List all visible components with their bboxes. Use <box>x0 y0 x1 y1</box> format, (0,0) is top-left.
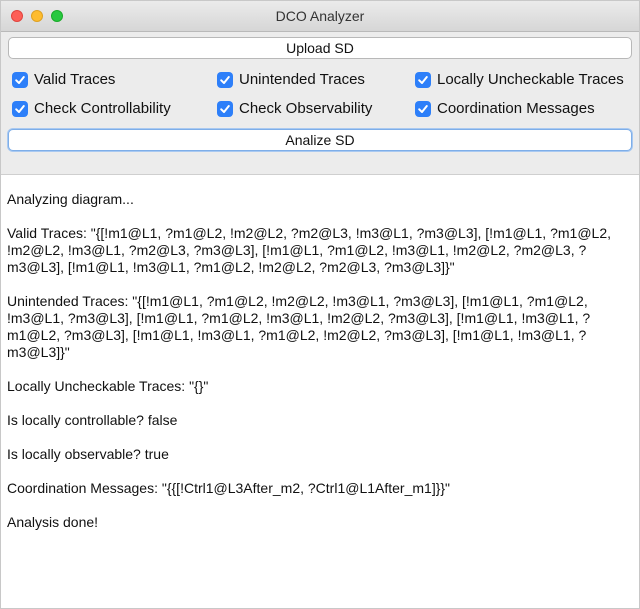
checkbox-label: Check Observability <box>239 100 373 117</box>
analyze-sd-button[interactable]: Analize SD <box>8 129 632 151</box>
output-text-area[interactable]: Analyzing diagram... Valid Traces: "{[!m… <box>1 174 639 608</box>
valid-traces-checkbox[interactable]: Valid Traces <box>12 71 217 88</box>
checkmark-icon <box>217 71 233 88</box>
output-line: Coordination Messages: "{{[!Ctrl1@L3Afte… <box>7 480 451 496</box>
output-line: Is locally observable? true <box>7 446 169 462</box>
controls-panel: Upload SD Valid Traces Unintended Traces… <box>1 32 639 151</box>
checkmark-icon <box>415 71 431 88</box>
output-line: Valid Traces: "{[!m1@L1, ?m1@L2, !m2@L2,… <box>7 225 611 275</box>
close-window-button[interactable] <box>11 10 23 22</box>
output-line: Unintended Traces: "{[!m1@L1, ?m1@L2, !m… <box>7 293 591 360</box>
output-line: Locally Uncheckable Traces: "{}" <box>7 378 209 394</box>
checkbox-label: Unintended Traces <box>239 71 365 88</box>
check-observability-checkbox[interactable]: Check Observability <box>217 100 415 117</box>
checkmark-icon <box>12 100 28 117</box>
locally-uncheckable-traces-checkbox[interactable]: Locally Uncheckable Traces <box>415 71 636 88</box>
checkbox-label: Coordination Messages <box>437 100 595 117</box>
checkmark-icon <box>415 100 431 117</box>
output-line: Is locally controllable? false <box>7 412 178 428</box>
app-window: DCO Analyzer Upload SD Valid Traces Unin… <box>0 0 640 609</box>
checkbox-label: Valid Traces <box>34 71 116 88</box>
minimize-window-button[interactable] <box>31 10 43 22</box>
check-controllability-checkbox[interactable]: Check Controllability <box>12 100 217 117</box>
title-bar: DCO Analyzer <box>1 1 639 32</box>
window-controls <box>11 10 63 22</box>
upload-sd-button[interactable]: Upload SD <box>8 37 632 59</box>
window-title: DCO Analyzer <box>275 8 365 24</box>
checkmark-icon <box>12 71 28 88</box>
maximize-window-button[interactable] <box>51 10 63 22</box>
checkbox-label: Check Controllability <box>34 100 171 117</box>
output-line: Analyzing diagram... <box>7 191 134 207</box>
options-checkbox-grid: Valid Traces Unintended Traces Locally U… <box>8 59 629 129</box>
unintended-traces-checkbox[interactable]: Unintended Traces <box>217 71 415 88</box>
checkbox-label: Locally Uncheckable Traces <box>437 71 624 88</box>
coordination-messages-checkbox[interactable]: Coordination Messages <box>415 100 636 117</box>
checkmark-icon <box>217 100 233 117</box>
output-line: Analysis done! <box>7 514 99 530</box>
